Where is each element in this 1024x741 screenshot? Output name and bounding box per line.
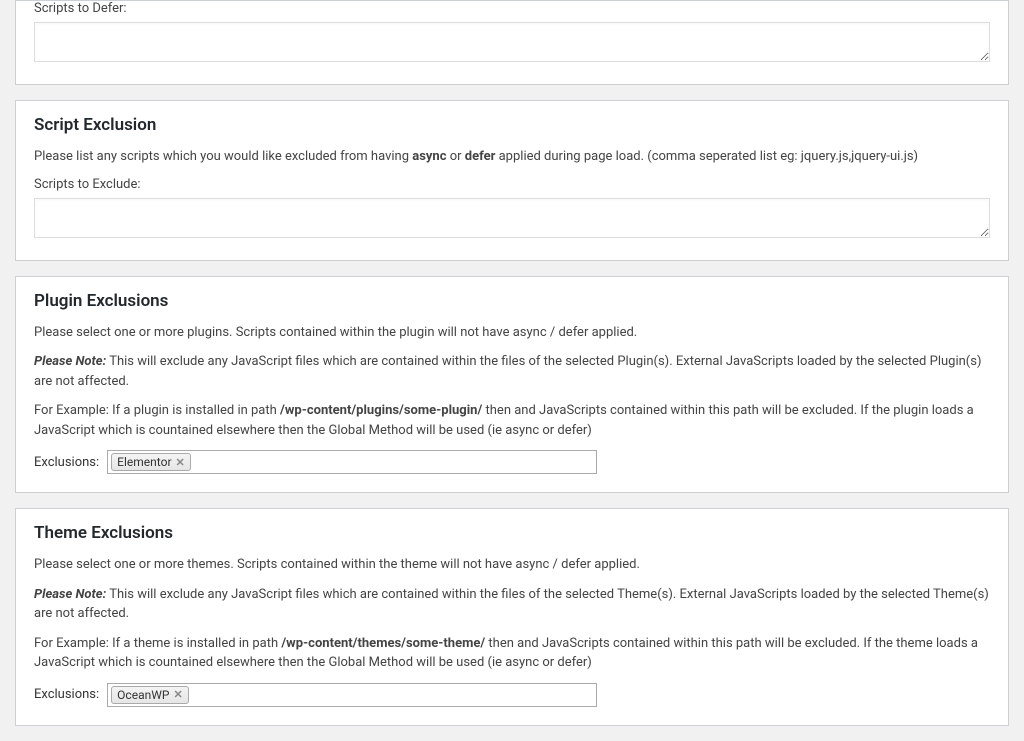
plugin-exclusions-heading: Plugin Exclusions <box>34 291 990 311</box>
script-exclusion-heading: Script Exclusion <box>34 115 990 135</box>
scripts-defer-panel: Scripts to Defer: <box>15 0 1009 85</box>
theme-exclusions-heading: Theme Exclusions <box>34 523 990 543</box>
script-exclusion-panel: Script Exclusion Please list any scripts… <box>15 100 1009 261</box>
theme-exclusions-select[interactable]: OceanWP ✕ <box>107 683 597 707</box>
theme-exclusions-row: Exclusions: OceanWP ✕ <box>34 683 990 707</box>
plugin-token-elementor[interactable]: Elementor ✕ <box>111 453 191 471</box>
theme-token-label: OceanWP <box>117 686 169 704</box>
script-exclusion-desc: Please list any scripts which you would … <box>34 147 990 167</box>
plugin-exclusions-select[interactable]: Elementor ✕ <box>107 450 597 474</box>
close-icon[interactable]: ✕ <box>176 457 185 468</box>
close-icon[interactable]: ✕ <box>173 689 182 700</box>
theme-exclusions-example: For Example: If a theme is installed in … <box>34 634 990 673</box>
plugin-exclusions-panel: Plugin Exclusions Please select one or m… <box>15 276 1009 494</box>
plugin-token-label: Elementor <box>117 453 171 471</box>
theme-token-oceanwp[interactable]: OceanWP ✕ <box>111 686 189 704</box>
scripts-exclude-label: Scripts to Exclude: <box>34 177 990 192</box>
scripts-defer-textarea[interactable] <box>34 22 990 62</box>
theme-exclusions-desc: Please select one or more themes. Script… <box>34 555 990 575</box>
theme-exclusions-label: Exclusions: <box>34 687 99 702</box>
plugin-exclusions-row: Exclusions: Elementor ✕ <box>34 450 990 474</box>
plugin-exclusions-desc: Please select one or more plugins. Scrip… <box>34 323 990 343</box>
theme-exclusions-panel: Theme Exclusions Please select one or mo… <box>15 508 1009 726</box>
scripts-defer-label: Scripts to Defer: <box>34 1 990 16</box>
plugin-exclusions-example: For Example: If a plugin is installed in… <box>34 401 990 440</box>
theme-exclusions-note: Please Note: This will exclude any JavaS… <box>34 585 990 624</box>
plugin-exclusions-note: Please Note: This will exclude any JavaS… <box>34 352 990 391</box>
scripts-exclude-textarea[interactable] <box>34 198 990 238</box>
plugin-exclusions-label: Exclusions: <box>34 455 99 470</box>
